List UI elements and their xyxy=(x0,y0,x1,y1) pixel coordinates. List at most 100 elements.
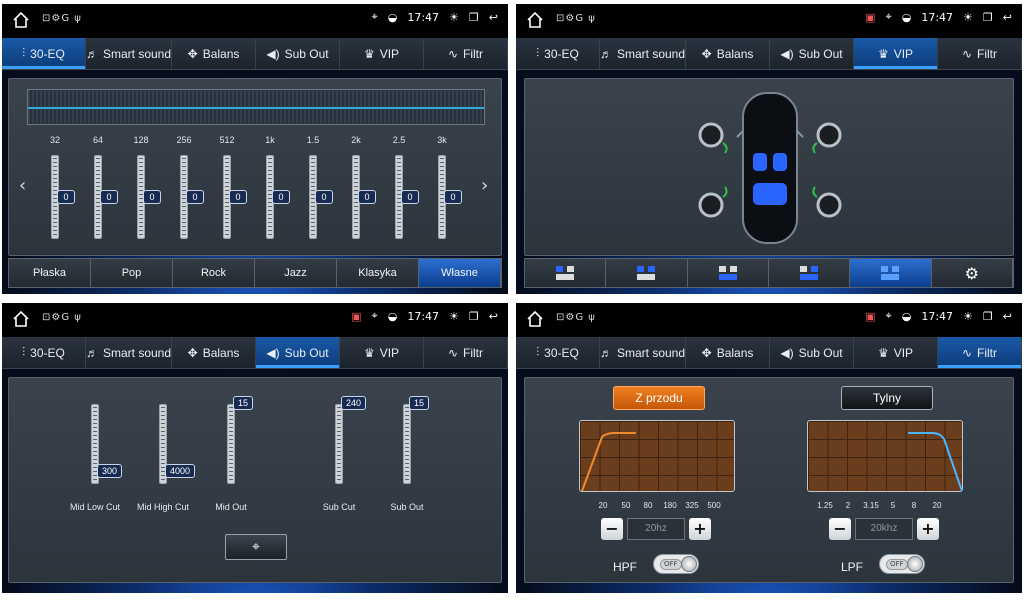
lpf-ticks: 1.25 2 3.15 5 8 20 xyxy=(817,501,942,510)
status-icons: ⊡⚙G ψ xyxy=(556,13,596,24)
lpf-curve xyxy=(908,432,963,492)
eq-band-label: 1k xyxy=(265,135,275,145)
window-icon[interactable]: ❐ xyxy=(983,310,993,323)
tab-sub-out[interactable]: ◀) Sub Out xyxy=(770,337,854,368)
status-bar: ⊡⚙G ψ ⌖ ◒ 17:47 ☀ ❐ ↩ xyxy=(2,4,508,36)
eq-band-label: 32 xyxy=(49,135,60,145)
speaker-front-right-icon xyxy=(812,122,842,154)
eq-band-label: 3k xyxy=(437,135,447,145)
clock: 17:47 xyxy=(921,309,954,323)
no-sim-icon: ▣ xyxy=(865,309,876,323)
crosshair-button[interactable]: ⌖ xyxy=(225,534,287,560)
preset-rock[interactable]: Rock xyxy=(173,259,255,287)
car-area xyxy=(524,78,1014,256)
preset-klasyka[interactable]: Klasyka xyxy=(337,259,419,287)
smart-sound-icon: ♬ xyxy=(599,345,612,360)
front-button[interactable]: Z przodu xyxy=(613,386,705,410)
location-icon: ⌖ xyxy=(371,10,378,23)
window-icon[interactable]: ❐ xyxy=(469,310,479,323)
tab-sub-out[interactable]: ◀) Sub Out xyxy=(256,38,340,69)
brightness-icon[interactable]: ☀ xyxy=(963,310,973,323)
tab-smart-sound[interactable]: ♬ Smart sound xyxy=(86,38,173,69)
tab-eq[interactable]: ⫶ 30-EQ xyxy=(2,38,86,69)
speaker-icon: ◀) xyxy=(780,46,794,61)
crosshair-icon: ⌖ xyxy=(252,539,260,555)
tab-vip[interactable]: ♛ VIP xyxy=(340,38,424,69)
tab-smart-sound[interactable]: ♬ Smart sound xyxy=(85,337,173,368)
subout-slider[interactable] xyxy=(227,404,235,484)
subout-slider-label: Sub Out xyxy=(390,502,424,512)
eq-band-value: 0 xyxy=(100,190,118,204)
subout-body: 300 Mid Low Cut 4000 Mid High Cut 15 Mid Out 2… xyxy=(2,369,508,593)
speaker-rear-left-icon xyxy=(698,186,728,218)
brightness-icon[interactable]: ☀ xyxy=(963,11,973,24)
hpf-graph xyxy=(579,420,735,492)
preset-pop[interactable]: Pop xyxy=(91,259,173,287)
lpf-graph xyxy=(807,420,963,492)
hpf-minus-button[interactable]: − xyxy=(601,518,623,540)
hpf-ticks: 20 50 80 180 325 500 xyxy=(598,501,721,510)
brightness-icon[interactable]: ☀ xyxy=(449,310,459,323)
tab-sub-out[interactable]: ◀) Sub Out xyxy=(770,38,854,69)
window-icon[interactable]: ❐ xyxy=(983,11,993,24)
lpf-toggle[interactable]: OFF xyxy=(879,554,925,574)
window-icon[interactable]: ❐ xyxy=(469,11,479,24)
tab-filtr[interactable]: ∿ Filtr xyxy=(938,38,1022,69)
no-sim-icon: ▣ xyxy=(865,10,876,24)
tab-eq[interactable]: ⫶ 30-EQ xyxy=(2,337,86,368)
tab-balans[interactable]: ✥ Balans xyxy=(172,38,257,69)
tab-smart-sound[interactable]: ♬ Smart sound xyxy=(599,337,687,368)
eq-band-label: 256 xyxy=(176,135,192,145)
chevron-left-icon[interactable]: ‹ xyxy=(19,175,26,196)
eq-icon: ⫶ xyxy=(22,345,26,359)
tab-vip[interactable]: ♛ VIP xyxy=(854,337,938,368)
subout-slider[interactable] xyxy=(403,404,411,484)
home-icon[interactable] xyxy=(526,310,544,328)
hpf-plus-button[interactable]: + xyxy=(689,518,711,540)
home-icon[interactable] xyxy=(12,11,30,29)
tab-filtr[interactable]: ∿ Filtr xyxy=(937,337,1022,368)
lpf-plus-button[interactable]: + xyxy=(917,518,939,540)
back-icon[interactable]: ↩ xyxy=(489,11,498,24)
car-diagram xyxy=(698,92,842,244)
lpf-minus-button[interactable]: − xyxy=(829,518,851,540)
hpf-value-field: 20hz xyxy=(627,518,685,540)
subout-slider[interactable] xyxy=(335,404,343,484)
tab-sub-out[interactable]: ◀) Sub Out xyxy=(256,337,340,368)
tab-filtr[interactable]: ∿ Filtr xyxy=(424,38,508,69)
clock: 17:47 xyxy=(407,309,440,323)
seat-mode-front-icon[interactable] xyxy=(606,259,688,287)
tab-eq[interactable]: ⫶ 30-EQ xyxy=(516,38,600,69)
tab-vip[interactable]: ♛ VIP xyxy=(340,337,424,368)
home-icon[interactable] xyxy=(12,310,30,328)
seat-mode-center-icon[interactable] xyxy=(850,259,932,287)
tab-balans[interactable]: ✥ Balans xyxy=(686,38,771,69)
rear-button[interactable]: Tylny xyxy=(841,386,933,410)
hpf-toggle[interactable]: OFF xyxy=(653,554,699,574)
seat-mode-all-icon[interactable] xyxy=(525,259,607,287)
back-icon[interactable]: ↩ xyxy=(1003,11,1012,24)
tab-smart-sound[interactable]: ♬ Smart sound xyxy=(600,38,687,69)
preset-jazz[interactable]: Jazz xyxy=(255,259,337,287)
back-icon[interactable]: ↩ xyxy=(1003,310,1012,323)
status-bar: ⊡⚙G ψ ▣ ⌖ ◒ 17:47 ☀ ❐ ↩ xyxy=(516,4,1022,36)
tab-vip[interactable]: ♛ VIP xyxy=(854,38,938,69)
tab-balans[interactable]: ✥ Balans xyxy=(172,337,257,368)
wifi-icon: ◒ xyxy=(901,309,912,323)
eq-band-value: 0 xyxy=(143,190,161,204)
preset-wlasne[interactable]: Własne xyxy=(419,259,501,287)
home-icon[interactable] xyxy=(526,11,544,29)
preset-plaska[interactable]: Płaska xyxy=(9,259,91,287)
seat-mode-rear-icon[interactable] xyxy=(687,259,769,287)
status-icons: ⊡⚙G ψ xyxy=(42,13,82,24)
chevron-right-icon[interactable]: › xyxy=(481,175,488,196)
tab-filtr[interactable]: ∿ Filtr xyxy=(424,337,508,368)
settings-gear-icon[interactable]: ⚙ xyxy=(931,259,1013,287)
back-icon[interactable]: ↩ xyxy=(489,310,498,323)
smart-sound-icon: ♬ xyxy=(85,345,98,360)
tab-eq[interactable]: ⫶ 30-EQ xyxy=(516,337,600,368)
seat-mode-right-icon[interactable] xyxy=(768,259,851,287)
brightness-icon[interactable]: ☀ xyxy=(449,11,459,24)
tab-balans[interactable]: ✥ Balans xyxy=(686,337,771,368)
eq-band-value: 0 xyxy=(315,190,333,204)
